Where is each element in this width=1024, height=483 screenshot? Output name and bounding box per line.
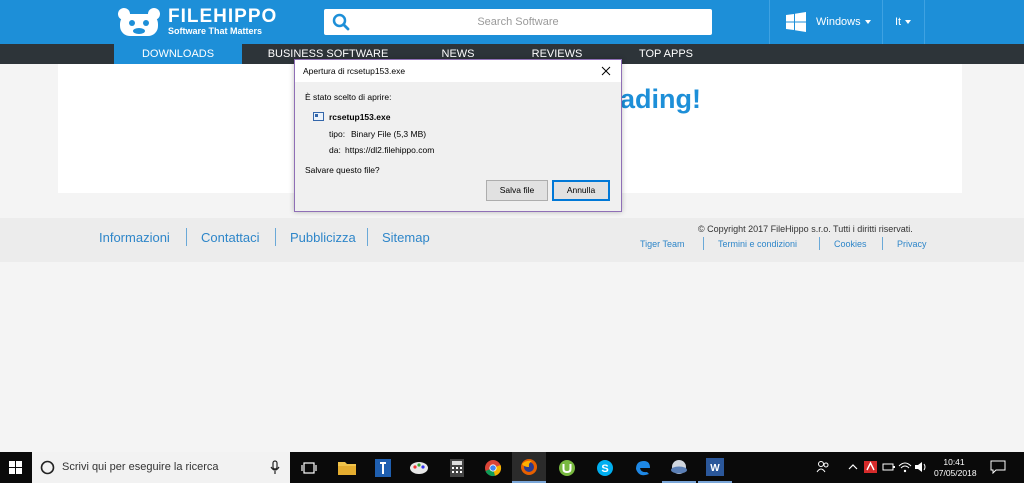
os-dropdown-label: Windows — [816, 16, 861, 28]
footer-link-informazioni[interactable]: Informazioni — [99, 230, 170, 245]
battery-icon[interactable] — [882, 460, 896, 474]
logo-tagline: Software That Matters — [168, 26, 263, 36]
dialog-titlebar[interactable]: Apertura di rcsetup153.exe — [295, 60, 621, 82]
cortana-icon — [40, 460, 55, 475]
footer-link-tiger-team[interactable]: Tiger Team — [640, 239, 685, 249]
dialog-intro: È stato scelto di aprire: — [305, 92, 392, 102]
language-dropdown[interactable]: It — [882, 0, 924, 44]
dialog-from-value: https://dl2.filehippo.com — [345, 145, 435, 155]
windows-logo-icon — [786, 12, 806, 32]
taskbar-search-input[interactable]: Scrivi qui per eseguire la ricerca — [32, 452, 290, 483]
dialog-type-value: Binary File (5,3 MB) — [351, 129, 427, 139]
volume-icon[interactable] — [914, 460, 928, 474]
os-dropdown[interactable]: Windows — [770, 0, 882, 44]
taskbar-word[interactable]: W — [698, 452, 732, 483]
search-input[interactable]: Search Software — [324, 9, 712, 35]
dialog-type-label: tipo: — [329, 129, 346, 139]
chevron-down-icon — [864, 20, 871, 24]
footer-link-sitemap[interactable]: Sitemap — [382, 230, 430, 245]
download-headline: ading! — [620, 84, 701, 114]
download-dialog: Apertura di rcsetup153.exe È stato scelt… — [294, 59, 622, 212]
taskbar-edge[interactable] — [626, 452, 660, 483]
footer-divider — [882, 237, 883, 250]
antivirus-icon[interactable] — [864, 460, 878, 474]
windows-taskbar: Scrivi qui per eseguire la ricerca S W 1… — [0, 452, 1024, 483]
taskbar-utorrent[interactable] — [550, 452, 584, 483]
task-view-icon — [301, 461, 317, 474]
start-button[interactable] — [0, 452, 32, 483]
dialog-question: Salvare questo file? — [305, 165, 380, 175]
people-icon[interactable] — [816, 460, 830, 474]
taskbar-search-placeholder: Scrivi qui per eseguire la ricerca — [62, 461, 219, 473]
svg-text:W: W — [710, 463, 720, 474]
paint-palette-icon — [410, 461, 428, 474]
svg-text:S: S — [601, 463, 608, 475]
site-footer: Informazioni Contattaci Pubblicizza Site… — [0, 218, 1024, 262]
dialog-title: Apertura di rcsetup153.exe — [303, 66, 406, 76]
filehippo-logo[interactable]: FILEHIPPO Software That Matters — [114, 5, 277, 39]
app-blue-icon — [375, 458, 391, 477]
taskbar-app-blue[interactable] — [366, 452, 400, 483]
cancel-button[interactable]: Annulla — [552, 180, 610, 201]
calculator-icon — [450, 458, 464, 477]
header-divider — [924, 0, 925, 44]
hippo-logo-icon — [118, 8, 160, 36]
executable-file-icon — [313, 112, 324, 121]
wifi-icon[interactable] — [898, 460, 912, 474]
windows-start-icon — [9, 461, 22, 474]
footer-divider — [275, 228, 276, 246]
microphone-icon[interactable] — [270, 460, 280, 475]
utorrent-icon — [559, 459, 575, 476]
cloud-app-icon — [671, 459, 687, 474]
taskbar-clock[interactable]: 10:41 07/05/2018 — [934, 457, 977, 479]
chevron-up-icon[interactable] — [846, 460, 860, 474]
clock-date: 07/05/2018 — [934, 468, 977, 478]
save-file-button[interactable]: Salva file — [486, 180, 548, 201]
word-icon: W — [706, 457, 724, 476]
chevron-down-icon — [905, 20, 912, 24]
footer-link-pubblicizza[interactable]: Pubblicizza — [290, 230, 356, 245]
edge-icon — [636, 460, 650, 475]
taskbar-file-explorer[interactable] — [330, 452, 364, 483]
firefox-icon — [521, 458, 537, 475]
skype-icon: S — [597, 459, 613, 476]
close-icon[interactable] — [599, 64, 613, 78]
footer-link-cookies[interactable]: Cookies — [834, 239, 867, 249]
nav-top-apps[interactable]: TOP APPS — [634, 44, 698, 64]
folder-icon — [338, 462, 356, 475]
clock-time: 10:41 — [943, 457, 965, 467]
footer-divider — [367, 228, 368, 246]
nav-downloads[interactable]: DOWNLOADS — [114, 44, 242, 64]
chrome-icon — [485, 459, 502, 476]
notification-center-icon[interactable] — [990, 460, 1006, 474]
site-header: FILEHIPPO Software That Matters Search S… — [0, 0, 1024, 44]
taskbar-chrome[interactable] — [476, 452, 510, 483]
taskbar-firefox[interactable] — [512, 452, 546, 483]
taskbar-skype[interactable]: S — [588, 452, 622, 483]
task-view-button[interactable] — [292, 452, 326, 483]
search-placeholder: Search Software — [477, 16, 559, 28]
footer-link-terms[interactable]: Termini e condizioni — [718, 239, 797, 249]
dialog-filename: rcsetup153.exe — [329, 112, 391, 122]
footer-link-privacy[interactable]: Privacy — [897, 239, 927, 249]
footer-divider — [819, 237, 820, 250]
footer-divider — [703, 237, 704, 250]
dialog-from-label: da: — [329, 145, 341, 155]
logo-title: FILEHIPPO — [168, 6, 278, 27]
taskbar-app-cloud[interactable] — [662, 452, 696, 483]
copyright-text: © Copyright 2017 FileHippo s.r.o. Tutti … — [698, 224, 913, 234]
language-dropdown-label: It — [894, 16, 902, 28]
taskbar-paint[interactable] — [402, 452, 436, 483]
footer-divider — [186, 228, 187, 246]
footer-link-contattaci[interactable]: Contattaci — [201, 230, 260, 245]
taskbar-calculator[interactable] — [440, 452, 474, 483]
